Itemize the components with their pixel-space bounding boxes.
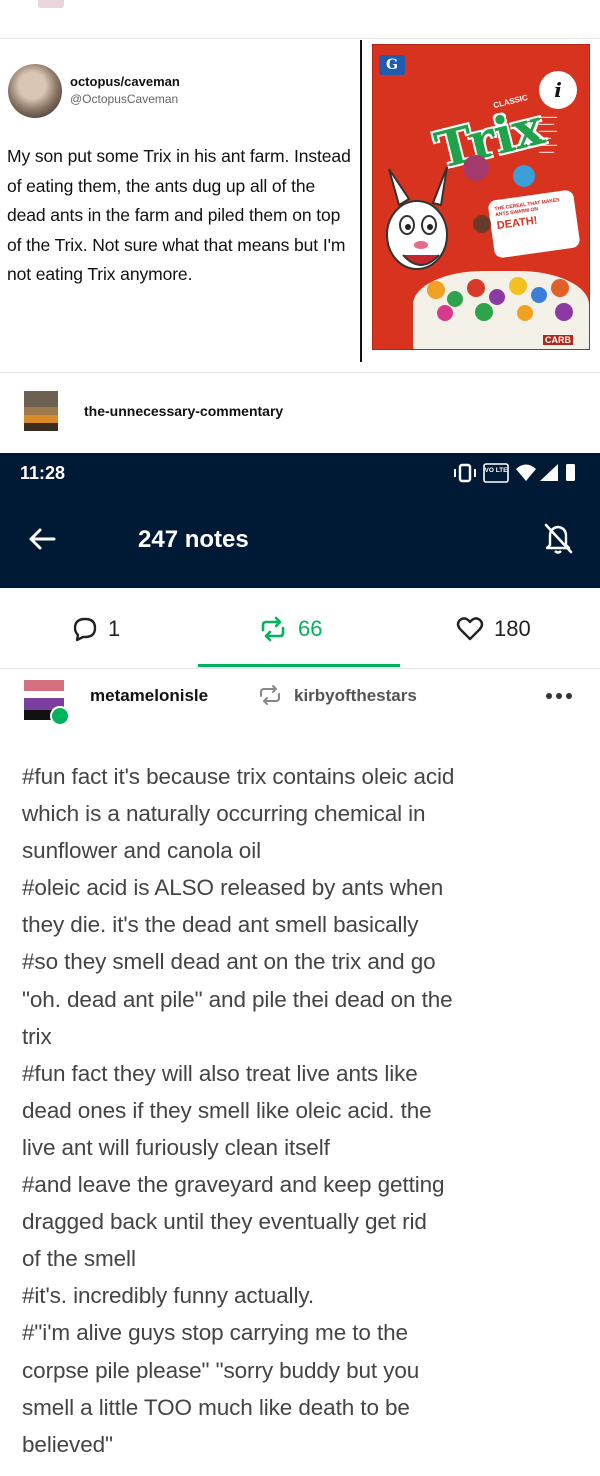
- vibrate-icon: [454, 463, 476, 483]
- cereal-piece: [447, 291, 463, 307]
- cereal-piece: [551, 279, 569, 297]
- reblogger-avatar[interactable]: [24, 391, 58, 431]
- tweet-text: My son put some Trix in his ant farm. In…: [7, 146, 351, 284]
- tab-reblogs[interactable]: 66: [258, 588, 322, 670]
- tag-line: which is a naturally occurring chemical …: [22, 801, 426, 827]
- volte-icon: VO LTE: [483, 463, 509, 483]
- active-tab-indicator: [198, 664, 400, 667]
- divider: [0, 668, 600, 669]
- heart-icon: [456, 617, 484, 641]
- info-icon: i: [539, 71, 577, 109]
- cereal-piece: [467, 279, 485, 297]
- tag-line: smell a little TOO much like death to be: [22, 1394, 410, 1420]
- tag-line: #and leave the graveyard and keep gettin…: [22, 1172, 445, 1198]
- tag-line: corpse pile please" "sorry buddy but you: [22, 1357, 420, 1383]
- notes-title: 247 notes: [138, 526, 249, 553]
- tag-line: dragged back until they eventually get r…: [22, 1209, 427, 1235]
- tag-line: trix: [22, 1023, 52, 1049]
- cereal-piece: [531, 287, 547, 303]
- note-username[interactable]: metamelonisle: [90, 686, 208, 706]
- cereal-piece: [517, 305, 533, 321]
- speech-bubble: THE CEREAL THAT MAKES ANTS SWARM ON DEAT…: [487, 189, 581, 259]
- reblogged-from-username[interactable]: kirbyofthestars: [294, 686, 417, 706]
- cereal-piece: [509, 277, 527, 295]
- replies-count: 1: [108, 616, 121, 641]
- notes-app-bar: 247 notes: [0, 493, 600, 588]
- brand-logo: G: [379, 55, 405, 75]
- cereal-piece: [475, 303, 493, 321]
- comment-icon: [73, 617, 97, 642]
- tag-line: "oh. dead ant pile" and pile thei dead o…: [22, 986, 453, 1012]
- tag-line: live ant will furiously clean itself: [22, 1134, 330, 1160]
- cereal-piece: [489, 289, 505, 305]
- previous-post-edge: [0, 0, 600, 40]
- previous-post-stub: [38, 0, 64, 8]
- reblog-badge-icon: [50, 706, 70, 726]
- cereal-piece: [437, 305, 453, 321]
- tweet-author-name: octopus/caveman: [70, 74, 180, 89]
- status-time: 11:28: [20, 463, 66, 483]
- tag-line: #fun fact it's because trix contains ole…: [22, 764, 455, 789]
- tag-line: dead ones if they smell like oleic acid.…: [22, 1097, 432, 1123]
- cereal-piece: [463, 155, 489, 181]
- tag-line: #fun fact they will also treat live ants…: [22, 1060, 418, 1086]
- reblog-note-header: metamelonisle kirbyofthestars: [0, 670, 600, 730]
- divider: [0, 38, 600, 39]
- tweet-author-handle: @OctopusCaveman: [70, 92, 179, 106]
- notes-tabs: 1 66 180: [0, 588, 600, 670]
- note-tags: #fun fact it's because trix contains ole…: [22, 758, 582, 1463]
- cereal-piece: [555, 303, 573, 321]
- tab-replies[interactable]: 1: [72, 588, 120, 670]
- tag-line: #"i'm alive guys stop carrying me to the: [22, 1320, 408, 1346]
- cereal-piece: [427, 281, 445, 299]
- back-arrow-icon[interactable]: [26, 523, 58, 555]
- tab-likes[interactable]: 180: [456, 588, 531, 670]
- more-options-icon[interactable]: [544, 690, 574, 702]
- tag-line: #it's. incredibly funny actually.: [22, 1283, 314, 1309]
- battery-icon: [566, 464, 575, 481]
- image-divider-line: [360, 40, 362, 362]
- tag-line: #oleic acid is ALSO released by ants whe…: [22, 875, 444, 901]
- reblog-icon: [261, 616, 285, 642]
- tweet-avatar: [8, 64, 62, 118]
- reblogs-count: 66: [298, 616, 323, 641]
- cereal-piece: [473, 215, 491, 233]
- status-icons: VO LTE: [454, 463, 575, 483]
- notifications-off-icon[interactable]: [542, 521, 574, 555]
- trix-cereal-box-image: G i CLASSIC Trix ━━━━━━ ━━━━━ ━━━━━━ ━━━━ ━━…: [372, 44, 590, 350]
- reblog-header: the-unnecessary-commentary: [0, 373, 600, 453]
- tag-line: of the smell: [22, 1246, 136, 1272]
- tag-line: sunflower and canola oil: [22, 838, 262, 864]
- side-fine-print: ━━━━━━ ━━━━━ ━━━━━━ ━━━━ ━━━━━━ ━━━━━: [539, 115, 558, 156]
- avatar[interactable]: [24, 680, 70, 726]
- brand-tag: CARB: [543, 335, 573, 345]
- reblog-icon: [260, 685, 280, 705]
- status-bar: 11:28 VO LTE: [0, 453, 600, 493]
- signal-icon: [540, 464, 558, 481]
- tag-line: they die. it's the dead ant smell basica…: [22, 912, 419, 938]
- tag-line: believed": [22, 1431, 113, 1457]
- wifi-icon: [516, 464, 536, 481]
- reblogger-name[interactable]: the-unnecessary-commentary: [84, 403, 283, 419]
- likes-count: 180: [494, 616, 531, 641]
- cereal-piece: [513, 165, 535, 187]
- volte-label: VO LTE: [485, 467, 509, 474]
- tag-line: #so they smell dead ant on the trix and …: [22, 949, 436, 975]
